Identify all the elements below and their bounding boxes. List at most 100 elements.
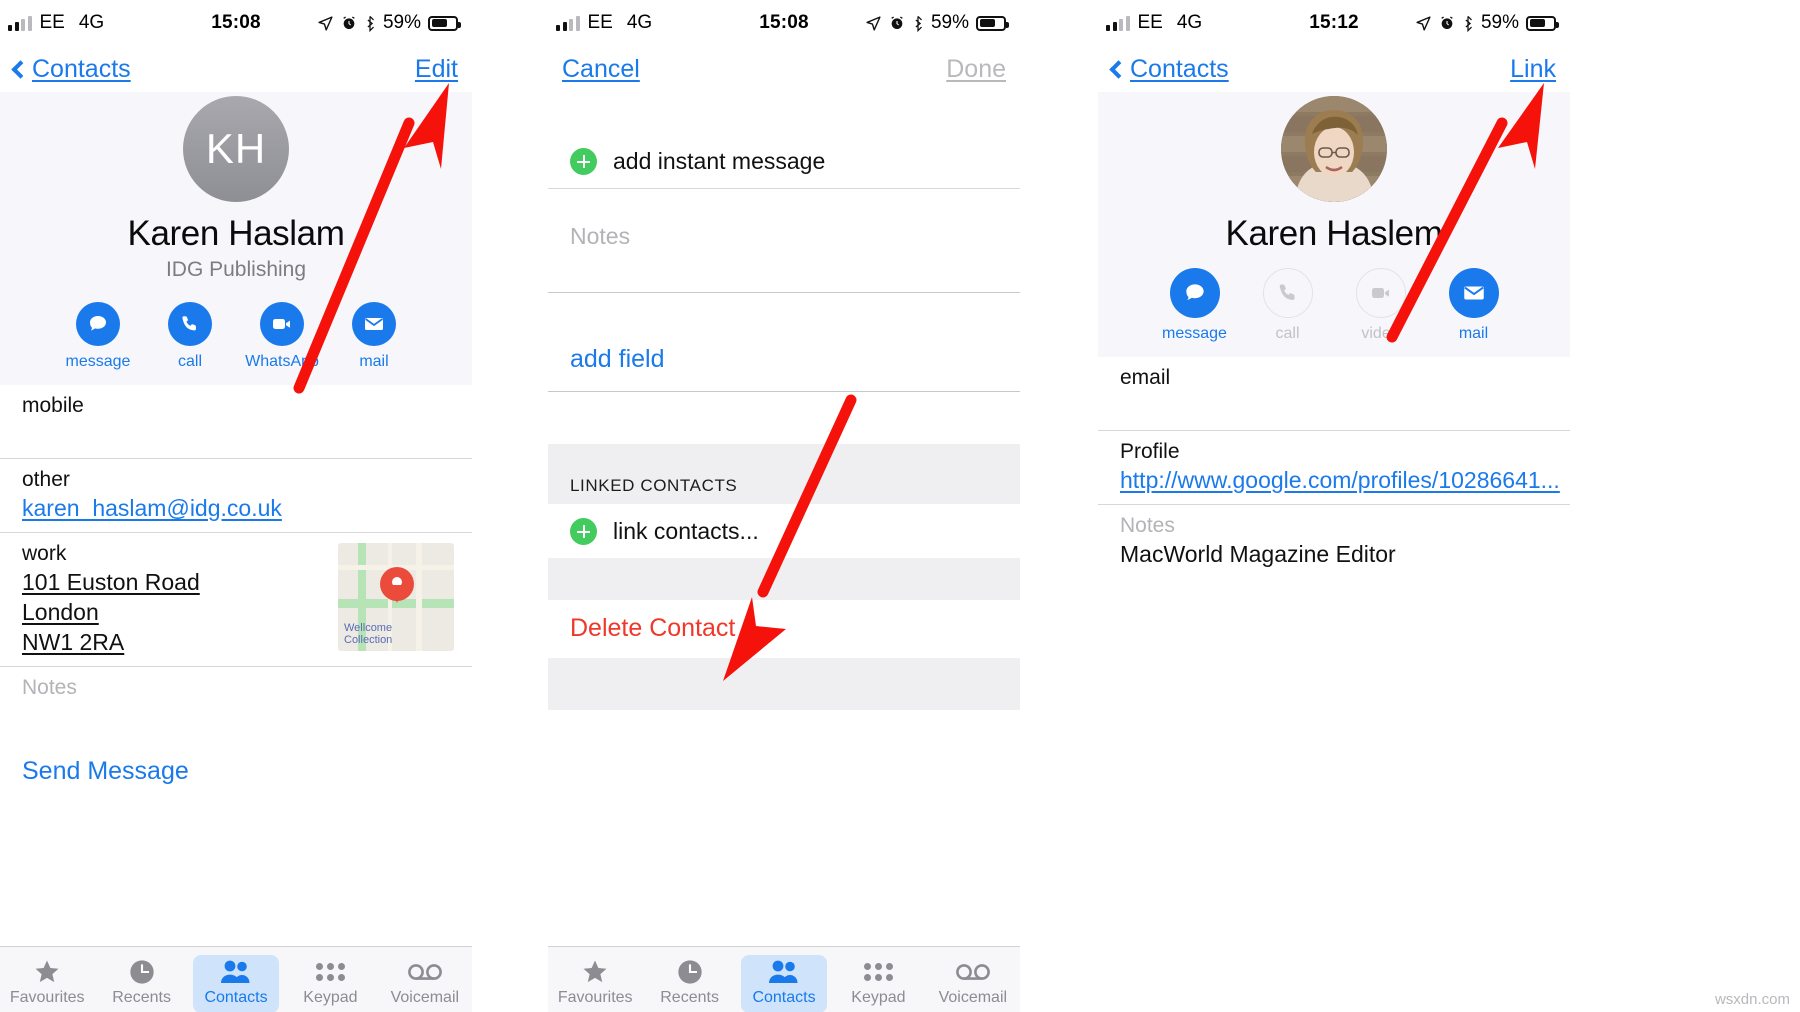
nav-bar-2: Cancel Done (548, 46, 1020, 92)
add-instant-message-row[interactable]: add instant message (548, 136, 1020, 189)
field-profile-value[interactable]: http://www.google.com/profiles/10286641.… (1120, 467, 1560, 494)
bluetooth-icon (1465, 15, 1472, 32)
video-camera-icon (1355, 268, 1406, 318)
status-right-3: 59% (1415, 12, 1559, 34)
field-notes-label: Notes (1120, 514, 1175, 537)
alarm-clock-icon (1441, 16, 1453, 29)
send-message-button[interactable]: Send Message (0, 745, 472, 786)
field-email[interactable]: email (1098, 357, 1570, 431)
add-instant-message-label: add instant message (613, 148, 826, 174)
cancel-button[interactable]: Cancel (562, 55, 640, 84)
field-profile[interactable]: Profile http://www.google.com/profiles/1… (1098, 431, 1570, 505)
battery-percent: 59% (382, 12, 421, 33)
avatar-initials: KH (183, 96, 289, 202)
tab-recents-label: Recents (660, 988, 719, 1006)
tab-keypad[interactable]: Keypad (831, 953, 925, 1007)
tab-contacts-label: Contacts (204, 988, 268, 1006)
contact-name: Karen Haslam (127, 214, 345, 253)
action-mail[interactable]: mail (1427, 268, 1520, 343)
tab-favourites-label: Favourites (9, 988, 85, 1006)
action-message[interactable]: message (1148, 268, 1241, 343)
phone-icon (168, 302, 212, 346)
notes-field[interactable]: Notes (548, 189, 1020, 293)
tab-voicemail[interactable]: Voicemail (926, 953, 1020, 1007)
tab-contacts[interactable]: Contacts (737, 953, 831, 1012)
status-bar-2: EE 4G 15:08 59% (548, 0, 1020, 46)
action-video[interactable]: video (1334, 268, 1427, 343)
battery-icon (428, 15, 461, 31)
keypad-dots-icon (831, 957, 925, 987)
field-email-label: email (1120, 366, 1171, 389)
link-button[interactable]: Link (1510, 55, 1556, 84)
field-other-email[interactable]: other karen_haslam@idg.co.uk (0, 459, 472, 533)
tab-recents[interactable]: Recents (642, 953, 736, 1007)
tab-keypad[interactable]: Keypad (283, 953, 377, 1007)
chevron-left-icon (1109, 59, 1128, 79)
status-bar: EE 4G 15:08 59% (0, 0, 472, 46)
map-thumbnail[interactable]: Wellcome Collection (338, 543, 454, 651)
back-label: Contacts (32, 54, 131, 83)
action-call-label: call (1275, 325, 1300, 342)
location-arrow-icon (1416, 15, 1431, 31)
contact-organisation: IDG Publishing (165, 258, 307, 281)
battery-icon (1526, 15, 1559, 31)
tab-recents-label: Recents (112, 988, 171, 1006)
action-message[interactable]: message (52, 302, 144, 371)
action-mail-label: mail (1458, 325, 1489, 342)
link-contacts-row[interactable]: link contacts... (548, 504, 1020, 558)
action-message-label: message (65, 353, 131, 370)
action-whatsapp[interactable]: WhatsApp (236, 302, 328, 371)
clock-icon (642, 957, 736, 987)
edit-button[interactable]: Edit (415, 55, 458, 84)
alarm-clock-icon (343, 16, 355, 29)
chevron-left-icon (11, 59, 30, 79)
avatar-photo (1281, 96, 1387, 202)
back-to-contacts-button[interactable]: Contacts (1109, 54, 1229, 84)
tab-bar-2: Favourites Recents Contacts Keypad Voice… (548, 946, 1020, 1012)
notes-placeholder: Notes (570, 223, 631, 249)
tab-voicemail[interactable]: Voicemail (378, 953, 472, 1007)
phone-panel-contact-view: EE 4G 15:08 59% Contacts Edit KH Karen H… (0, 0, 472, 1012)
location-arrow-icon (318, 15, 333, 31)
battery-icon (976, 15, 1009, 31)
tab-keypad-label: Keypad (851, 988, 906, 1006)
contact-header: KH Karen Haslam IDG Publishing message c… (0, 92, 472, 385)
field-notes[interactable]: Notes MacWorld Magazine Editor (1098, 505, 1570, 591)
field-work-address[interactable]: work 101 Euston Road London NW1 2RA Well… (0, 533, 472, 667)
field-email-value-redacted (1120, 390, 1548, 420)
tab-favourites[interactable]: Favourites (0, 953, 94, 1007)
video-camera-icon (260, 302, 304, 346)
tab-favourites-label: Favourites (557, 988, 633, 1006)
add-field-button[interactable]: add field (548, 329, 1020, 392)
field-other-value[interactable]: karen_haslam@idg.co.uk (22, 495, 450, 522)
bottom-section-gap (548, 658, 1020, 710)
screenshot-stage: EE 4G 15:08 59% Contacts Edit KH Karen H… (0, 0, 1800, 1012)
bluetooth-icon (915, 15, 922, 32)
action-mail-label: mail (359, 353, 389, 370)
map-poi-label: Wellcome Collection (344, 621, 393, 647)
done-button[interactable]: Done (946, 55, 1006, 84)
tab-recents[interactable]: Recents (94, 953, 188, 1007)
map-pin-icon (380, 567, 414, 601)
tab-favourites[interactable]: Favourites (548, 953, 642, 1007)
quick-actions-3: message call video mail (1098, 268, 1570, 343)
field-mobile-label: mobile (22, 394, 84, 417)
action-call[interactable]: call (144, 302, 236, 371)
back-to-contacts-button[interactable]: Contacts (11, 54, 131, 84)
back-label: Contacts (1130, 54, 1229, 83)
alarm-clock-icon (891, 16, 903, 29)
field-notes-label: Notes (22, 676, 77, 699)
action-call-label: call (177, 353, 202, 370)
contact-name: Karen Haslem (1225, 214, 1443, 253)
action-call[interactable]: call (1241, 268, 1334, 343)
delete-contact-button[interactable]: Delete Contact (548, 600, 1020, 658)
field-notes[interactable]: Notes (0, 667, 472, 745)
phone-panel-linked-contact-view: EE 4G 15:12 59% Contacts Link Karen Hasl… (1098, 0, 1570, 1012)
field-mobile[interactable]: mobile (0, 385, 472, 459)
link-contacts-label: link contacts... (613, 518, 759, 544)
bluetooth-icon (367, 15, 374, 32)
action-mail[interactable]: mail (328, 302, 420, 371)
linked-contacts-header: LINKED CONTACTS (548, 444, 1020, 504)
tab-contacts[interactable]: Contacts (189, 953, 283, 1012)
status-right: 59% (317, 12, 461, 34)
